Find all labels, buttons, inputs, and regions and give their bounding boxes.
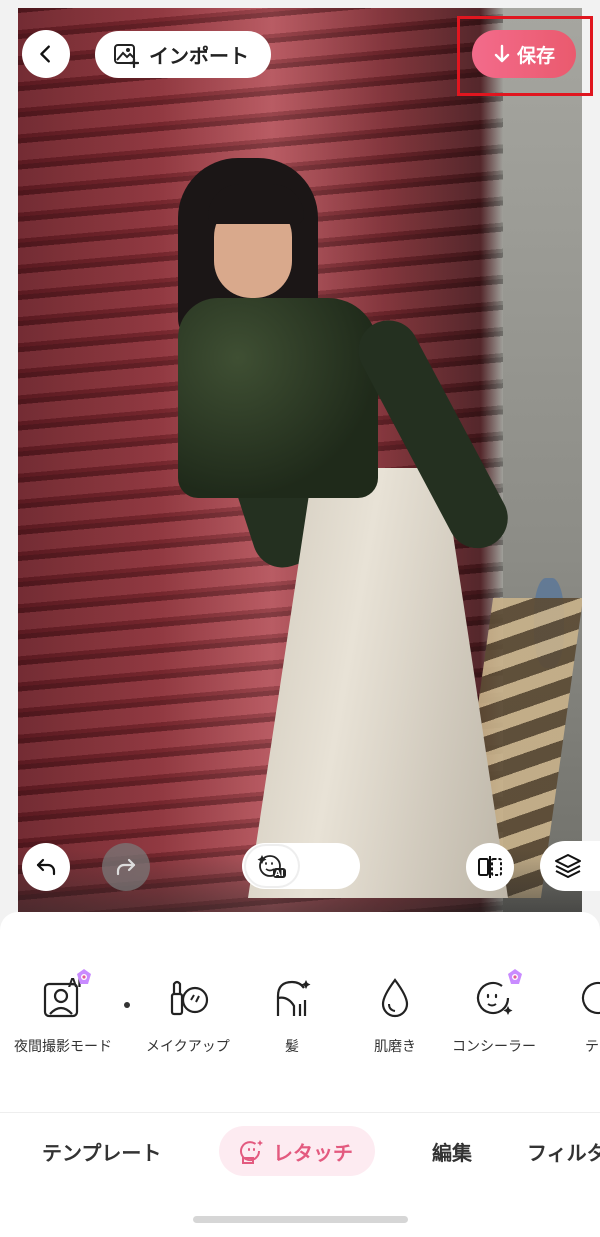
tool-label: 肌磨き <box>374 1039 416 1055</box>
tool-concealer[interactable]: コンシーラー <box>452 969 536 1056</box>
home-indicator <box>193 1216 408 1223</box>
undo-button[interactable] <box>22 843 70 891</box>
layers-icon <box>554 853 582 879</box>
tab-label: 編集 <box>432 1140 472 1165</box>
premium-badge-icon <box>506 968 524 986</box>
panel-divider <box>0 1112 600 1113</box>
image-add-icon <box>113 42 139 68</box>
ai-toggle-knob[interactable]: AI <box>246 846 298 886</box>
tool-shine[interactable]: テカ <box>575 972 600 1056</box>
hair-icon <box>268 972 316 1024</box>
tab-label: テンプレート <box>42 1140 162 1165</box>
tab-template[interactable]: テンプレート <box>42 1126 161 1176</box>
chevron-left-icon <box>35 43 57 65</box>
tool-label: メイクアップ <box>146 1039 230 1055</box>
person-fringe <box>208 184 304 224</box>
separator-dot <box>124 1002 130 1008</box>
tool-face[interactable]: 顔 <box>0 972 14 1056</box>
tab-filter[interactable]: フィルタ <box>527 1126 600 1176</box>
person-shirt <box>178 298 378 498</box>
main-tabs: テンプレート レタッチ 編集 フィルタ <box>0 1126 600 1176</box>
save-label: 保存 <box>516 44 555 67</box>
premium-badge-icon <box>75 968 93 986</box>
tool-makeup[interactable]: メイクアップ <box>146 972 230 1056</box>
tool-label: テカ <box>585 1039 600 1055</box>
layers-button[interactable] <box>540 841 600 891</box>
tab-label: フィルタ <box>527 1140 600 1165</box>
retouch-tools: 顔 AI 夜間撮影モード <box>0 969 600 1072</box>
save-button[interactable]: 保存 <box>472 30 576 78</box>
compare-button[interactable] <box>466 843 514 891</box>
tool-label: コンシーラー <box>452 1039 536 1055</box>
ai-face-icon: AI <box>257 851 287 881</box>
ai-portrait-icon: AI <box>39 969 91 1024</box>
tab-edit[interactable]: 編集 <box>432 1126 472 1176</box>
tool-label: 髪 <box>285 1039 299 1055</box>
retouch-icon <box>239 1138 265 1164</box>
editor-screen: インポート 保存 AI AI 夜間撮影モード メイクアップ 髪 肌磨き コンシー… <box>0 0 600 1237</box>
svg-text:AI: AI <box>275 869 284 878</box>
redo-icon <box>114 855 138 879</box>
photo-canvas[interactable] <box>18 8 582 920</box>
tool-label: 夜間撮影モード <box>14 1039 112 1055</box>
bottom-panel: 顔 AI 夜間撮影モード <box>0 912 600 1237</box>
concealer-icon <box>470 969 522 1024</box>
tool-hair[interactable]: 髪 <box>268 972 316 1056</box>
tool-skin-smooth[interactable]: 肌磨き <box>371 972 419 1056</box>
tab-label: レタッチ <box>273 1140 353 1165</box>
redo-button[interactable] <box>102 843 150 891</box>
import-label: インポート <box>149 44 249 68</box>
undo-icon <box>34 855 58 879</box>
tool-night-mode[interactable]: AI 夜間撮影モード <box>14 969 112 1056</box>
face-icon <box>0 972 14 1024</box>
shine-icon <box>575 972 600 1024</box>
ai-toggle[interactable]: AI <box>242 843 360 889</box>
makeup-icon <box>164 972 212 1024</box>
back-button[interactable] <box>22 30 70 78</box>
compare-icon <box>477 856 503 878</box>
import-button[interactable]: インポート <box>95 31 271 78</box>
arrow-down-icon <box>493 44 511 64</box>
tab-retouch[interactable]: レタッチ <box>219 1126 375 1176</box>
drop-icon <box>371 972 419 1024</box>
